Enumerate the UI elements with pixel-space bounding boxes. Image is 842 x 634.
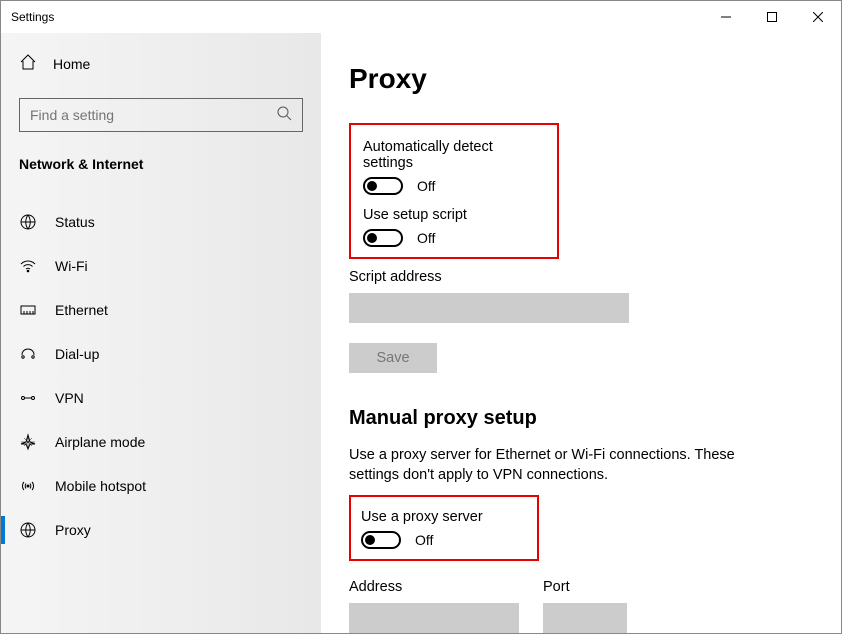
manual-heading: Manual proxy setup [349, 407, 813, 430]
sidebar-item-label: Proxy [55, 522, 91, 538]
close-button[interactable] [795, 1, 841, 33]
search-icon [276, 105, 292, 126]
search-input[interactable] [30, 107, 276, 123]
search-box[interactable] [19, 98, 303, 132]
home-label: Home [53, 56, 90, 72]
use-proxy-state: Off [415, 532, 433, 548]
save-button[interactable]: Save [349, 343, 437, 373]
setup-script-state: Off [417, 230, 435, 246]
dialup-icon [19, 345, 37, 363]
sidebar-item-dialup[interactable]: Dial-up [1, 332, 321, 376]
proxy-icon [19, 521, 37, 539]
content: Proxy Automatically detect settings Off … [321, 33, 841, 633]
airplane-icon [19, 433, 37, 451]
port-label: Port [543, 579, 627, 595]
sidebar-item-label: Mobile hotspot [55, 478, 146, 494]
titlebar: Settings [1, 1, 841, 33]
page-title: Proxy [349, 63, 813, 95]
use-proxy-toggle[interactable] [361, 531, 401, 549]
window-controls [703, 1, 841, 33]
wifi-icon [19, 257, 37, 275]
manual-desc: Use a proxy server for Ethernet or Wi-Fi… [349, 446, 779, 485]
status-icon [19, 213, 37, 231]
minimize-button[interactable] [703, 1, 749, 33]
sidebar-item-label: Wi-Fi [55, 258, 88, 274]
auto-detect-state: Off [417, 178, 435, 194]
sidebar-item-vpn[interactable]: VPN [1, 376, 321, 420]
script-address-input[interactable] [349, 293, 629, 323]
nav-list: Status Wi-Fi Ethernet Dial-up [1, 200, 321, 552]
use-proxy-label: Use a proxy server [361, 509, 527, 525]
home-link[interactable]: Home [1, 43, 321, 84]
sidebar-item-label: Ethernet [55, 302, 108, 318]
highlight-box-manual: Use a proxy server Off [349, 495, 539, 561]
home-icon [19, 53, 37, 74]
sidebar-item-label: Airplane mode [55, 434, 145, 450]
ethernet-icon [19, 301, 37, 319]
window-title: Settings [11, 10, 54, 24]
auto-detect-toggle[interactable] [363, 177, 403, 195]
sidebar-item-label: VPN [55, 390, 84, 406]
sidebar-item-status[interactable]: Status [1, 200, 321, 244]
sidebar-item-hotspot[interactable]: Mobile hotspot [1, 464, 321, 508]
address-label: Address [349, 579, 519, 595]
setup-script-toggle[interactable] [363, 229, 403, 247]
sidebar-item-proxy[interactable]: Proxy [1, 508, 321, 552]
category-heading: Network & Internet [1, 156, 321, 190]
hotspot-icon [19, 477, 37, 495]
sidebar-item-airplane[interactable]: Airplane mode [1, 420, 321, 464]
maximize-button[interactable] [749, 1, 795, 33]
address-input[interactable] [349, 603, 519, 633]
sidebar: Home Network & Internet Status Wi-Fi [1, 33, 321, 633]
auto-detect-label: Automatically detect settings [363, 139, 545, 171]
setup-script-label: Use setup script [363, 207, 545, 223]
port-input[interactable] [543, 603, 627, 633]
vpn-icon [19, 389, 37, 407]
highlight-box-auto: Automatically detect settings Off Use se… [349, 123, 559, 259]
sidebar-item-label: Status [55, 214, 95, 230]
sidebar-item-wifi[interactable]: Wi-Fi [1, 244, 321, 288]
sidebar-item-label: Dial-up [55, 346, 99, 362]
script-address-label: Script address [349, 269, 813, 285]
sidebar-item-ethernet[interactable]: Ethernet [1, 288, 321, 332]
